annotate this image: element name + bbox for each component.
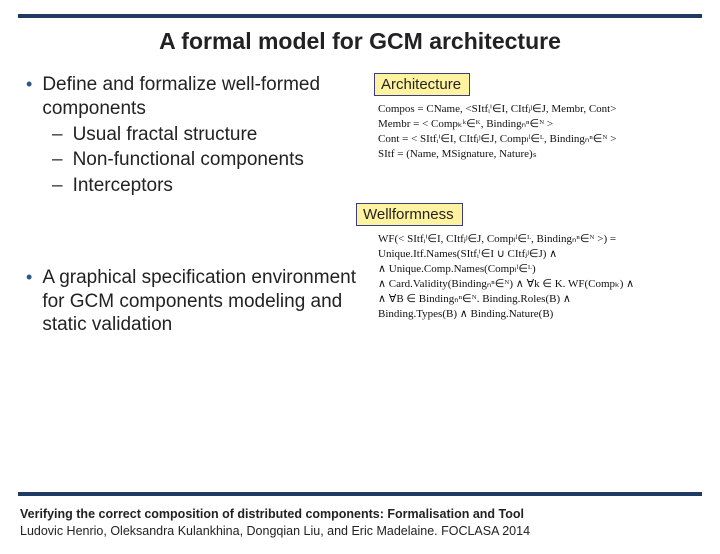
bullet-2-text: A graphical specification environment fo…: [42, 266, 356, 337]
footer-title: Verifying the correct composition of dis…: [20, 506, 700, 523]
formula-line: Compos = CName, <SItfᵢⁱ∈I, CItfⱼʲ∈J, Mem…: [378, 102, 704, 117]
bullet-2: • A graphical specification environment …: [26, 266, 356, 337]
wellformness-tag: Wellformness: [356, 203, 463, 226]
formula-line: WF(< SItfᵢⁱ∈I, CItfⱼʲ∈J, Compₗˡ∈ᴸ, Bindi…: [378, 232, 704, 247]
bullet-1: • Define and formalize well-formed compo…: [26, 73, 366, 198]
formula-line: Unique.Itf.Names(SItfᵢⁱ∈I ∪ CItfⱼʲ∈J) ∧: [378, 247, 704, 262]
architecture-formulas: Compos = CName, <SItfᵢⁱ∈I, CItfⱼʲ∈J, Mem…: [374, 102, 704, 161]
formula-line: Membr = < Compₖᵏ∈ᴷ, Bindingₙⁿ∈ᴺ >: [378, 117, 704, 132]
formula-line: ∧ Card.Validity(Bindingₙⁿ∈ᴺ) ∧ ∀k ∈ K. W…: [378, 277, 704, 292]
bullet-1-sub1: Usual fractal structure: [73, 123, 258, 147]
dash-icon: –: [52, 174, 73, 198]
page-title: A formal model for GCM architecture: [0, 18, 720, 73]
architecture-tag: Architecture: [374, 73, 470, 96]
bullet-1-text: Define and formalize well-formed compone…: [42, 73, 366, 121]
wellformness-tag-label: Wellformness: [363, 206, 454, 223]
wellformness-formulas: WF(< SItfᵢⁱ∈I, CItfⱼʲ∈J, Compₗˡ∈ᴸ, Bindi…: [374, 232, 704, 321]
formula-line: SItf = (Name, MSignature, Nature)ₛ: [378, 147, 704, 162]
formula-line: Cont = < SItfᵢⁱ∈I, CItfⱼʲ∈J, Compₗˡ∈ᴸ, B…: [378, 132, 704, 147]
architecture-tag-label: Architecture: [381, 76, 461, 93]
bullet-dot-icon: •: [26, 73, 42, 121]
bottom-rule: [18, 492, 702, 496]
formula-line: ∧ Unique.Comp.Names(Compₗˡ∈ᴸ): [378, 262, 704, 277]
bullet-dot-icon: •: [26, 266, 42, 337]
right-panel: Architecture Compos = CName, <SItfᵢⁱ∈I, …: [374, 73, 704, 333]
dash-icon: –: [52, 123, 73, 147]
formula-line: ∧ ∀B ∈ Bindingₙⁿ∈ᴺ. Binding.Roles(B) ∧: [378, 292, 704, 307]
bullet-1-sub3: Interceptors: [73, 174, 173, 198]
bullet-1-sub2: Non-functional components: [73, 148, 304, 172]
formula-line: Binding.Types(B) ∧ Binding.Nature(B): [378, 307, 704, 322]
dash-icon: –: [52, 148, 73, 172]
content-area: • Define and formalize well-formed compo…: [0, 73, 720, 337]
footer-authors: Ludovic Henrio, Oleksandra Kulankhina, D…: [20, 523, 700, 540]
footer: Verifying the correct composition of dis…: [20, 506, 700, 540]
